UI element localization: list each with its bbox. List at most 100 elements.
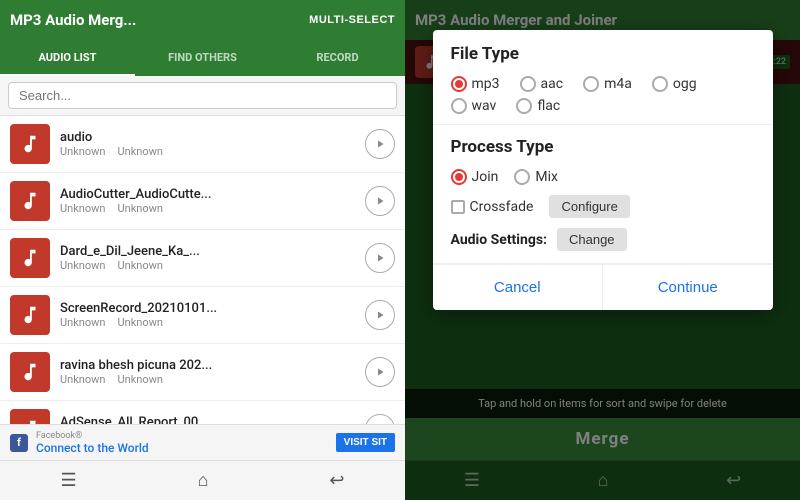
label-aac: aac bbox=[541, 76, 564, 92]
audio-play-button[interactable] bbox=[365, 414, 395, 424]
left-menu-icon[interactable]: ☰ bbox=[60, 470, 76, 491]
audio-settings-row: Audio Settings: Change bbox=[451, 228, 755, 251]
radio-wav[interactable] bbox=[451, 98, 467, 114]
crossfade-row: Crossfade Configure bbox=[451, 195, 755, 218]
process-type-section: Process Type Join Mix Crossfade bbox=[433, 125, 773, 264]
left-app-title: MP3 Audio Merg... bbox=[10, 11, 136, 29]
radio-flac[interactable] bbox=[516, 98, 532, 114]
audio-play-button[interactable] bbox=[365, 300, 395, 330]
file-type-section: File Type mp3 aac m4a bbox=[433, 30, 773, 125]
audio-item-info: audio Unknown Unknown bbox=[60, 130, 357, 158]
audio-item-icon bbox=[10, 352, 50, 392]
label-flac: flac bbox=[537, 98, 560, 114]
continue-button[interactable]: Continue bbox=[603, 265, 773, 310]
left-home-icon[interactable]: ⌂ bbox=[198, 470, 209, 491]
search-input[interactable] bbox=[8, 82, 397, 109]
file-type-aac[interactable]: aac bbox=[520, 76, 564, 92]
audio-item-meta: Unknown Unknown bbox=[60, 259, 357, 272]
radio-join[interactable] bbox=[451, 169, 467, 185]
label-m4a: m4a bbox=[604, 76, 632, 92]
configure-button[interactable]: Configure bbox=[549, 195, 629, 218]
audio-item-name: ScreenRecord_20210101... bbox=[60, 301, 357, 316]
audio-item-name: AudioCutter_AudioCutte... bbox=[60, 187, 357, 202]
audio-item-meta: Unknown Unknown bbox=[60, 316, 357, 329]
audio-play-button[interactable] bbox=[365, 243, 395, 273]
audio-item-name: AdSense_All_Report_00_... bbox=[60, 415, 357, 424]
audio-item[interactable]: Dard_e_Dil_Jeene_Ka_... Unknown Unknown bbox=[0, 230, 405, 287]
audio-list: audio Unknown Unknown AudioCutter_AudioC… bbox=[0, 116, 405, 424]
audio-meta-1: Unknown bbox=[60, 373, 105, 386]
audio-item-name: audio bbox=[60, 130, 357, 145]
audio-meta-2: Unknown bbox=[117, 373, 162, 386]
label-join: Join bbox=[472, 169, 499, 185]
radio-aac[interactable] bbox=[520, 76, 536, 92]
process-join[interactable]: Join bbox=[451, 169, 499, 185]
label-wav: wav bbox=[472, 98, 497, 114]
ad-title: Connect to the World bbox=[36, 441, 149, 455]
audio-item[interactable]: ravina bhesh picuna 202... Unknown Unkno… bbox=[0, 344, 405, 401]
right-panel: MP3 Audio Merger and Joiner AdSense_Acco… bbox=[405, 0, 800, 500]
multi-select-button[interactable]: MULTI-SELECT bbox=[309, 14, 395, 26]
audio-item-meta: Unknown Unknown bbox=[60, 373, 357, 386]
audio-item-icon bbox=[10, 181, 50, 221]
left-back-icon[interactable]: ↩ bbox=[329, 470, 344, 491]
ad-text: Facebook® Connect to the World bbox=[36, 431, 149, 455]
radio-mix[interactable] bbox=[514, 169, 530, 185]
label-ogg: ogg bbox=[673, 76, 697, 92]
audio-meta-2: Unknown bbox=[117, 316, 162, 329]
file-type-ogg[interactable]: ogg bbox=[652, 76, 697, 92]
dialog-actions: Cancel Continue bbox=[433, 264, 773, 310]
audio-play-button[interactable] bbox=[365, 357, 395, 387]
audio-meta-1: Unknown bbox=[60, 145, 105, 158]
tab-bar: AUDIO LIST FIND OTHERS RECORD bbox=[0, 40, 405, 76]
file-type-mp3[interactable]: mp3 bbox=[451, 76, 500, 92]
file-type-dialog: File Type mp3 aac m4a bbox=[433, 30, 773, 310]
audio-item-info: Dard_e_Dil_Jeene_Ka_... Unknown Unknown bbox=[60, 244, 357, 272]
left-nav-bar: ☰ ⌂ ↩ bbox=[0, 460, 405, 500]
dialog-overlay: File Type mp3 aac m4a bbox=[405, 0, 800, 500]
audio-meta-2: Unknown bbox=[117, 259, 162, 272]
audio-item[interactable]: audio Unknown Unknown bbox=[0, 116, 405, 173]
crossfade-label: Crossfade bbox=[470, 199, 534, 215]
left-panel: MP3 Audio Merg... MULTI-SELECT AUDIO LIS… bbox=[0, 0, 405, 500]
visit-site-button[interactable]: VISIT SIT bbox=[336, 433, 395, 452]
checkbox-crossfade[interactable] bbox=[451, 200, 465, 214]
facebook-icon: f bbox=[10, 434, 28, 452]
audio-item-info: AdSense_All_Report_00_... Unknown Unknow… bbox=[60, 415, 357, 424]
tab-find-others[interactable]: FIND OTHERS bbox=[135, 40, 270, 76]
audio-meta-2: Unknown bbox=[117, 145, 162, 158]
audio-item-info: ravina bhesh picuna 202... Unknown Unkno… bbox=[60, 358, 357, 386]
audio-item-name: ravina bhesh picuna 202... bbox=[60, 358, 357, 373]
file-type-m4a[interactable]: m4a bbox=[583, 76, 632, 92]
file-type-flac[interactable]: flac bbox=[516, 98, 560, 114]
left-header: MP3 Audio Merg... MULTI-SELECT bbox=[0, 0, 405, 40]
tab-audio-list[interactable]: AUDIO LIST bbox=[0, 40, 135, 76]
label-mix: Mix bbox=[535, 169, 558, 185]
cancel-button[interactable]: Cancel bbox=[433, 265, 604, 310]
audio-settings-label: Audio Settings: bbox=[451, 232, 547, 248]
audio-item[interactable]: ScreenRecord_20210101... Unknown Unknown bbox=[0, 287, 405, 344]
radio-mp3[interactable] bbox=[451, 76, 467, 92]
audio-item-icon bbox=[10, 238, 50, 278]
audio-item-meta: Unknown Unknown bbox=[60, 202, 357, 215]
radio-m4a[interactable] bbox=[583, 76, 599, 92]
file-type-wav[interactable]: wav bbox=[451, 98, 497, 114]
crossfade-checkbox[interactable]: Crossfade bbox=[451, 199, 534, 215]
audio-item-icon bbox=[10, 295, 50, 335]
audio-item-icon bbox=[10, 409, 50, 424]
audio-item-info: ScreenRecord_20210101... Unknown Unknown bbox=[60, 301, 357, 329]
tab-record[interactable]: RECORD bbox=[270, 40, 405, 76]
audio-item[interactable]: AudioCutter_AudioCutte... Unknown Unknow… bbox=[0, 173, 405, 230]
process-type-title: Process Type bbox=[451, 137, 755, 157]
audio-play-button[interactable] bbox=[365, 129, 395, 159]
change-button[interactable]: Change bbox=[557, 228, 627, 251]
radio-ogg[interactable] bbox=[652, 76, 668, 92]
audio-item[interactable]: AdSense_All_Report_00_... Unknown Unknow… bbox=[0, 401, 405, 424]
audio-play-button[interactable] bbox=[365, 186, 395, 216]
audio-item-name: Dard_e_Dil_Jeene_Ka_... bbox=[60, 244, 357, 259]
label-mp3: mp3 bbox=[472, 76, 500, 92]
audio-meta-2: Unknown bbox=[117, 202, 162, 215]
process-mix[interactable]: Mix bbox=[514, 169, 558, 185]
ad-banner: f Facebook® Connect to the World VISIT S… bbox=[0, 424, 405, 460]
file-type-title: File Type bbox=[451, 44, 755, 64]
